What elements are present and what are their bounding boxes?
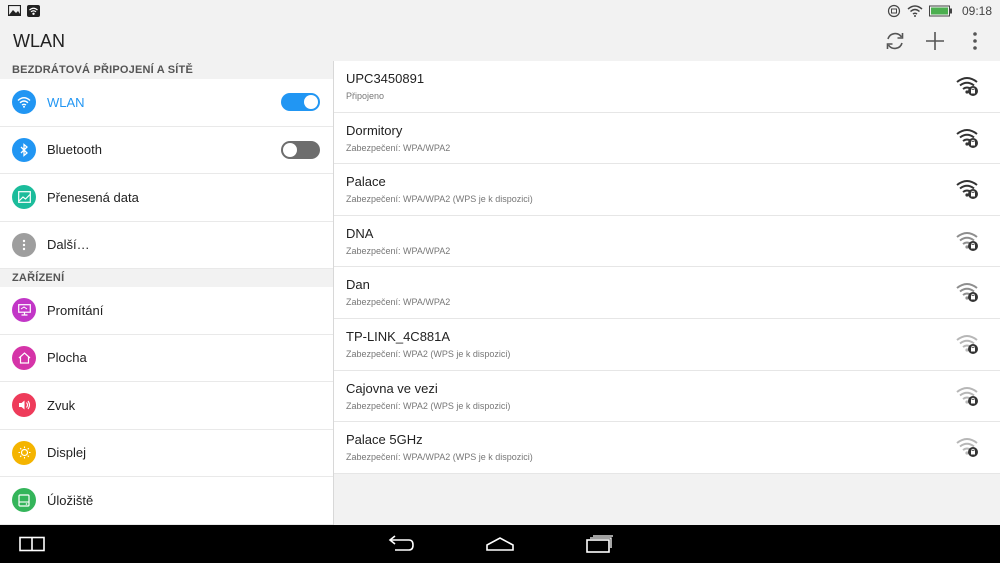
settings-item-home[interactable]: Plocha [0, 334, 333, 382]
wifi-notification-icon [27, 4, 40, 17]
wifi-lock-signal-icon [956, 231, 978, 251]
wifi-icon [12, 90, 36, 115]
brightness-icon [12, 440, 36, 465]
network-row[interactable]: Palace Zabezpečení: WPA/WPA2 (WPS je k di… [334, 164, 1000, 216]
back-icon [388, 535, 414, 551]
home-nav-icon [486, 537, 514, 551]
wifi-lock-signal-icon [956, 334, 978, 354]
network-name: Dormitory [346, 122, 403, 138]
status-bar: 09:18 [0, 0, 1000, 21]
multiwindow-button[interactable] [19, 533, 45, 555]
network-status: Připojeno [346, 91, 385, 101]
settings-item-label: Promítání [47, 302, 104, 318]
settings-item-bluetooth[interactable]: Bluetooth [0, 126, 333, 174]
wifi-status-icon [907, 4, 923, 17]
cast-icon [12, 298, 36, 323]
wlan-toggle[interactable] [281, 93, 320, 112]
overflow-menu-button[interactable] [962, 28, 988, 54]
settings-item-label: WLAN [47, 94, 85, 110]
settings-item-cast[interactable]: Promítání [0, 287, 333, 335]
wifi-lock-signal-icon [956, 128, 978, 148]
refresh-button[interactable] [882, 28, 908, 54]
home-button[interactable] [485, 533, 515, 555]
network-status: Zabezpečení: WPA/WPA2 [346, 142, 451, 153]
settings-item-label: Další… [47, 237, 90, 253]
network-name: Palace [346, 174, 386, 190]
battery-icon [928, 5, 952, 16]
settings-item-label: Displej [47, 445, 87, 461]
network-row[interactable]: Palace 5GHz Zabezpečení: WPA/WPA2 (WPS je… [334, 422, 1000, 474]
network-status: Zabezpečení: WPA2 (WPS je k dispozici) [346, 400, 511, 411]
settings-list: BEZDRÁTOVÁ PŘIPOJENÍ A SÍTĚ WLAN Bluetoo… [0, 61, 333, 525]
network-row[interactable]: Cajovna ve vezi Zabezpečení: WPA2 (WPS je… [334, 370, 1000, 423]
clock: 09:18 [961, 3, 992, 18]
section-header-device: ZAŘÍZENÍ [12, 272, 65, 284]
settings-item-label: Bluetooth [47, 142, 102, 158]
settings-item-more[interactable]: Další… [0, 221, 333, 269]
network-status: Zabezpečení: WPA/WPA2 (WPS je k dispozic… [346, 194, 533, 205]
more-vert-icon [973, 32, 977, 50]
eye-comfort-icon [887, 4, 901, 17]
network-name: DNA [346, 225, 374, 241]
network-status: Zabezpečení: WPA/WPA2 [346, 245, 451, 256]
network-status: Zabezpečení: WPA2 (WPS je k dispozici) [346, 348, 511, 359]
wifi-lock-signal-icon [956, 180, 978, 200]
home-icon [12, 345, 36, 370]
network-name: TP-LINK_4C881A [346, 328, 451, 344]
network-name: Cajovna ve vezi [346, 380, 438, 396]
wifi-lock-signal-icon [956, 438, 978, 458]
network-row[interactable]: DNA Zabezpečení: WPA/WPA2 [334, 215, 1000, 268]
network-row[interactable]: Dormitory Zabezpečení: WPA/WPA2 [334, 112, 1000, 165]
network-row[interactable]: UPC3450891 Připojeno [334, 61, 1000, 113]
network-name: Palace 5GHz [346, 432, 423, 448]
network-row[interactable]: TP-LINK_4C881A Zabezpečení: WPA2 (WPS je … [334, 318, 1000, 371]
network-row[interactable]: Dan Zabezpečení: WPA/WPA2 [334, 267, 1000, 319]
split-screen-icon [19, 536, 45, 552]
settings-item-label: Zvuk [47, 397, 76, 413]
network-name: UPC3450891 [346, 71, 425, 86]
more-icon [12, 232, 36, 257]
recents-icon [586, 535, 613, 553]
add-network-button[interactable] [922, 28, 948, 54]
settings-item-data-usage[interactable]: Přenesená data [0, 174, 333, 222]
bluetooth-icon [12, 137, 36, 162]
settings-item-label: Plocha [47, 350, 87, 366]
app-bar: WLAN [0, 21, 1000, 61]
network-list: UPC3450891 Připojeno Dormitory Zabezpečení:… [334, 61, 1000, 525]
back-button[interactable] [385, 533, 415, 555]
recents-button[interactable] [586, 533, 614, 555]
page-title: WLAN [13, 30, 66, 51]
settings-item-storage[interactable]: Úložiště [0, 477, 333, 525]
network-status: Zabezpečení: WPA/WPA2 [346, 297, 451, 308]
settings-item-label: Úložiště [47, 492, 94, 508]
settings-item-wlan[interactable]: WLAN [0, 79, 333, 127]
gallery-icon [8, 5, 21, 16]
section-header-wireless: BEZDRÁTOVÁ PŘIPOJENÍ A SÍTĚ [12, 64, 194, 76]
navigation-bar [0, 525, 1000, 563]
network-status: Zabezpečení: WPA/WPA2 (WPS je k dispozic… [346, 452, 533, 463]
storage-icon [12, 488, 36, 513]
settings-item-label: Přenesená data [47, 189, 139, 205]
wifi-lock-signal-icon [956, 77, 978, 96]
refresh-icon [886, 32, 904, 50]
volume-icon [12, 393, 36, 418]
wifi-lock-signal-icon [956, 283, 978, 303]
settings-item-sound[interactable]: Zvuk [0, 382, 333, 430]
plus-icon [926, 32, 944, 50]
data-usage-icon [12, 185, 36, 210]
wifi-lock-signal-icon [956, 386, 978, 406]
settings-item-display[interactable]: Displej [0, 429, 333, 477]
bluetooth-toggle[interactable] [281, 140, 320, 159]
network-name: Dan [346, 277, 370, 293]
